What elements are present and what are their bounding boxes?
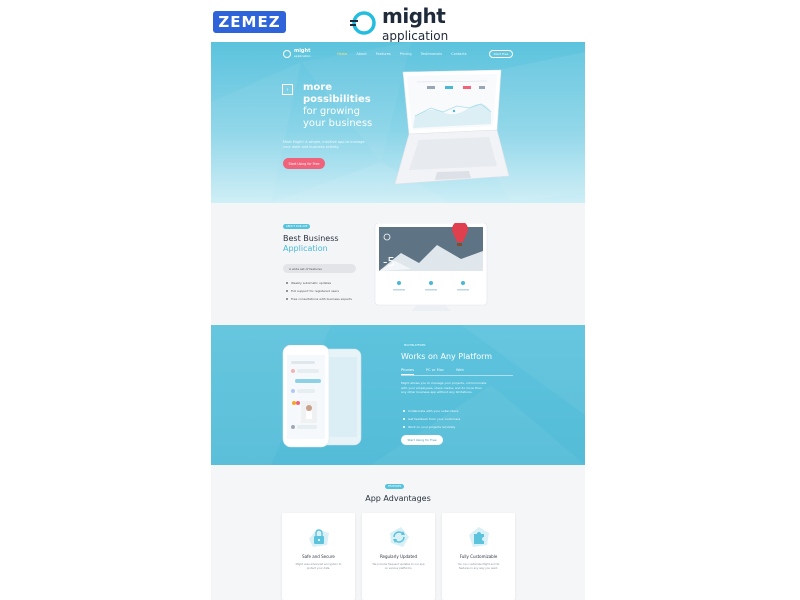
features-tag: FEATURES [385,484,405,489]
business-title-line-1: Best Business [283,234,339,243]
list-item: Work on your projects remotely [403,423,460,431]
card-title: Safe and Secure [302,554,335,559]
nav-logo-icon [283,49,291,58]
list-item: Weekly automatic updates [286,279,352,287]
brand-title: might [382,3,446,28]
might-brand-logo: might application [350,3,449,43]
platform-tabs: Phones PC or Mac Web [401,368,464,375]
nav-link-testimonials[interactable]: Testimonials [421,52,443,56]
phones-mockup [282,345,362,448]
puzzle-icon [469,527,489,547]
list-item: Free consultations with business experts [286,295,352,303]
advantages-title: App Advantages [365,494,431,503]
chevron-right-icon: › [286,86,289,93]
website-preview: might application Home About Features Pr… [211,42,585,600]
tab-phones[interactable]: Phones [401,368,415,375]
weather-temperature: -5 [383,255,395,269]
nav-link-features[interactable]: Features [376,52,391,56]
refresh-icon [390,527,409,547]
advantage-card-customizable[interactable]: Fully Customizable You can customize Mig… [442,513,515,600]
card-description: Might uses advanced encryption to protec… [295,563,342,570]
hero-start-button[interactable]: Start Using for Free [283,158,325,169]
tab-pc-or-mac[interactable]: PC or Mac [426,368,444,375]
advantages-section: FEATURES App Advantages Safe and Secure … [211,465,585,600]
advantage-card-updated[interactable]: Regularly Updated We provide frequent up… [362,513,435,600]
hero-arrow-button[interactable]: › [282,84,293,95]
about-tag: ABOUT OUR APP [283,224,311,229]
platform-section: MULTIPLATFORM Works on Any Platform Phon… [211,325,585,465]
nav-link-about[interactable]: About [356,52,366,56]
business-section: ABOUT OUR APP Best Business Application … [211,203,585,325]
nav-link-pricing[interactable]: Pricing [400,52,412,56]
nav-link-contacts[interactable]: Contacts [451,52,466,56]
advantage-card-secure[interactable]: Safe and Secure Might uses advanced encr… [282,513,355,600]
hero-title-line-1: more [303,82,333,93]
business-title-line-2: Application [283,244,328,253]
hero-title-line-2: possibilities [303,94,371,105]
platform-start-button[interactable]: Start Using for Free [401,435,443,445]
nav-link-home[interactable]: Home [337,52,347,56]
hero-title-line-4: your business [303,118,373,129]
hero-description: Meet Might! A simple, intuitive app to m… [283,140,365,149]
card-title: Fully Customizable [459,554,498,559]
platform-features-list: Collaborate with your subscribers Get fe… [403,407,460,431]
list-item: Full support for registered users [286,287,352,295]
nav-cta-button[interactable]: Start Free [489,50,513,58]
zemez-logo[interactable]: ZEMEZ [213,11,286,33]
monitor-mockup: -5 [374,223,488,311]
business-features-list: Weekly automatic updates Full support fo… [286,279,352,303]
card-title: Regularly Updated [379,554,418,559]
list-item: Collaborate with your subscribers [403,407,460,415]
brand-subtitle: application [382,28,449,43]
card-description: We provide frequent updates to our app o… [372,563,425,570]
hero-section: might application Home About Features Pr… [211,42,585,203]
platform-description: Might allows you to manage your projects… [401,381,487,395]
features-pill[interactable]: A wide set of features [283,264,356,273]
hero-title-line-3: for growing [303,106,360,117]
lock-icon [309,529,329,547]
nav-logo-subtitle: application [294,54,311,58]
tabs-divider [401,375,513,376]
nav-logo[interactable]: might application [283,49,311,58]
laptop-mockup [394,69,510,185]
tab-web[interactable]: Web [456,368,464,375]
business-title: Best Business Application [283,234,339,254]
list-item: Get feedback from your customers [403,415,460,423]
platform-title: Works on Any Platform [401,352,493,361]
multiplatform-tag: MULTIPLATFORM [401,343,429,348]
might-logo-icon [350,9,378,37]
preview-page: ZEMEZ might application might applicatio… [0,0,800,600]
hero-title: more possibilities for growing your busi… [303,82,372,130]
platform-polygon-background [211,325,585,465]
card-description: You can customize Might and its features… [457,563,500,570]
site-nav: might application Home About Features Pr… [211,46,585,62]
